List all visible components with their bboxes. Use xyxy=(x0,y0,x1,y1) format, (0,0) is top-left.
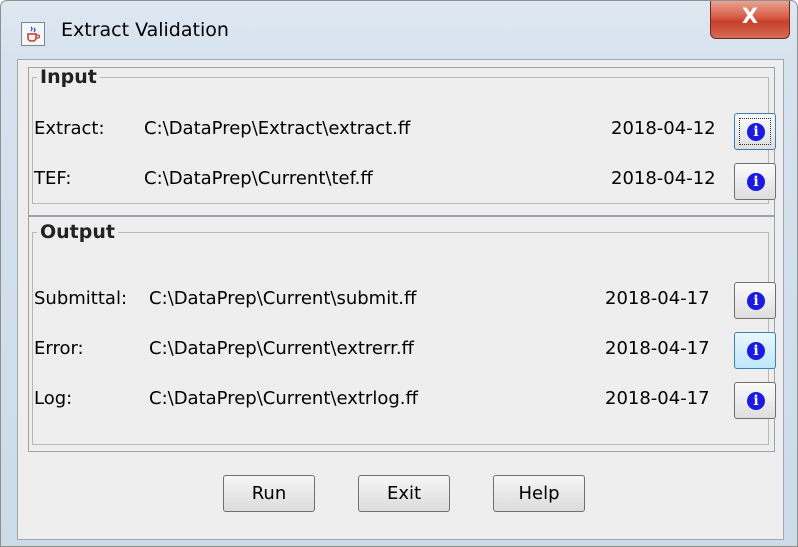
extract-label: Extract: xyxy=(34,118,105,139)
log-label: Log: xyxy=(34,388,73,409)
exit-button[interactable]: Exit xyxy=(358,475,450,512)
output-panel: Output Submittal: C:\DataPrep\Current\su… xyxy=(28,216,776,452)
input-legend: Input xyxy=(40,66,97,88)
run-button[interactable]: Run xyxy=(223,475,315,512)
close-icon: X xyxy=(741,4,759,28)
help-button[interactable]: Help xyxy=(493,475,585,512)
error-info-button[interactable]: i xyxy=(734,332,776,369)
log-path: C:\DataPrep\Current\extrlog.ff xyxy=(149,388,418,409)
title-bar[interactable]: Extract Validation X xyxy=(1,1,797,63)
error-label: Error: xyxy=(34,338,84,359)
dialog-body: Input Extract: C:\DataPrep\Extract\extra… xyxy=(17,59,784,540)
submittal-date: 2018-04-17 xyxy=(605,288,710,309)
info-icon: i xyxy=(747,392,765,410)
extract-info-button[interactable]: i xyxy=(734,113,776,150)
submittal-info-button[interactable]: i xyxy=(734,282,776,319)
output-group: Output xyxy=(32,221,769,445)
tef-info-button[interactable]: i xyxy=(734,163,776,200)
tef-label: TEF: xyxy=(34,168,72,189)
close-button[interactable]: X xyxy=(710,1,790,39)
log-info-button[interactable]: i xyxy=(734,382,776,419)
info-icon: i xyxy=(747,173,765,191)
info-icon: i xyxy=(747,292,765,310)
input-panel: Input Extract: C:\DataPrep\Extract\extra… xyxy=(28,66,776,216)
submittal-label: Submittal: xyxy=(34,288,128,309)
info-icon: i xyxy=(747,123,765,141)
error-path: C:\DataPrep\Current\extrerr.ff xyxy=(149,338,414,359)
submittal-path: C:\DataPrep\Current\submit.ff xyxy=(149,288,417,309)
tef-date: 2018-04-12 xyxy=(611,168,716,189)
output-legend: Output xyxy=(40,221,115,243)
extract-date: 2018-04-12 xyxy=(611,118,716,139)
error-date: 2018-04-17 xyxy=(605,338,710,359)
java-cup-icon xyxy=(21,22,45,46)
tef-path: C:\DataPrep\Current\tef.ff xyxy=(144,168,373,189)
window-title: Extract Validation xyxy=(61,19,229,41)
info-icon: i xyxy=(747,342,765,360)
dialog-window: Extract Validation X Input Extract: C:\D… xyxy=(0,0,798,547)
extract-path: C:\DataPrep\Extract\extract.ff xyxy=(144,118,411,139)
log-date: 2018-04-17 xyxy=(605,388,710,409)
